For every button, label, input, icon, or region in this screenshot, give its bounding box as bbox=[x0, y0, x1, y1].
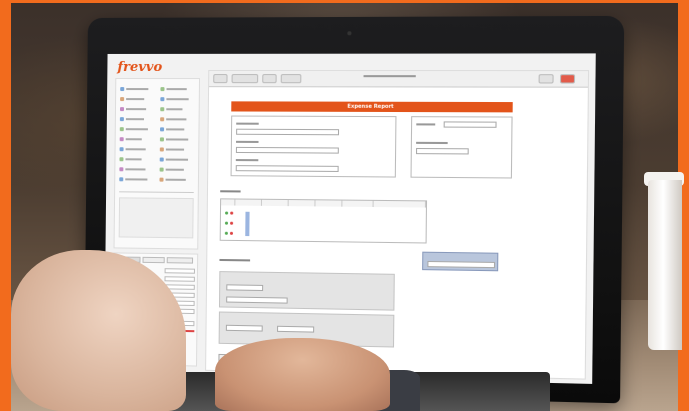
row-selector[interactable] bbox=[245, 211, 250, 237]
palette-item[interactable] bbox=[159, 176, 186, 184]
property-input[interactable] bbox=[164, 276, 195, 282]
palette-item[interactable] bbox=[160, 95, 189, 103]
right-hand bbox=[215, 338, 390, 411]
status-dot-icon[interactable] bbox=[230, 211, 234, 215]
text-field[interactable] bbox=[277, 325, 315, 333]
palette-item[interactable] bbox=[119, 165, 146, 173]
text-field[interactable] bbox=[226, 296, 288, 304]
text-field[interactable] bbox=[226, 284, 264, 292]
field-label bbox=[236, 140, 259, 143]
palette-item[interactable] bbox=[160, 105, 183, 113]
control-icon bbox=[159, 137, 164, 142]
field-label bbox=[416, 123, 436, 126]
control-icon bbox=[119, 137, 124, 142]
property-input[interactable] bbox=[164, 268, 195, 274]
control-icon bbox=[120, 97, 125, 102]
toolbar-button[interactable] bbox=[538, 74, 554, 84]
table-column-header bbox=[221, 199, 236, 206]
palette-item[interactable] bbox=[159, 145, 185, 153]
control-icon bbox=[160, 117, 165, 122]
orange-frame-top bbox=[0, 0, 689, 3]
palette-item[interactable] bbox=[119, 175, 148, 183]
form-title-banner: Expense Report bbox=[231, 101, 513, 113]
palette-item[interactable] bbox=[159, 135, 189, 143]
control-icon bbox=[159, 167, 164, 172]
coffee-cup bbox=[648, 180, 682, 350]
form-designer-canvas: Expense Report bbox=[205, 70, 590, 380]
control-icon bbox=[160, 107, 165, 112]
status-dot-icon[interactable] bbox=[229, 231, 234, 235]
control-icon bbox=[159, 177, 164, 182]
control-icon bbox=[160, 127, 165, 132]
palette-divider bbox=[119, 191, 194, 194]
status-dot-icon[interactable] bbox=[230, 221, 234, 225]
table-column-header bbox=[288, 200, 316, 207]
table-column-header bbox=[261, 199, 289, 207]
text-field[interactable] bbox=[236, 128, 340, 136]
table-column-header bbox=[315, 200, 343, 207]
palette-item[interactable] bbox=[160, 125, 185, 133]
total-field[interactable] bbox=[427, 260, 496, 269]
status-dot-icon[interactable] bbox=[224, 231, 228, 235]
close-button[interactable] bbox=[559, 74, 576, 84]
palette-item[interactable] bbox=[119, 115, 145, 123]
field-label bbox=[416, 141, 448, 145]
form-toolbar bbox=[209, 71, 589, 88]
field-label bbox=[235, 159, 259, 162]
palette-item[interactable] bbox=[120, 85, 149, 93]
control-icon bbox=[119, 147, 124, 152]
text-field[interactable] bbox=[225, 324, 263, 332]
control-icon bbox=[159, 147, 164, 152]
palette-item[interactable] bbox=[160, 115, 187, 123]
field-label bbox=[219, 258, 251, 262]
control-icon bbox=[119, 167, 124, 172]
properties-tab[interactable] bbox=[166, 257, 194, 264]
table-column-header bbox=[342, 200, 374, 208]
control-palette bbox=[113, 78, 201, 250]
control-icon bbox=[119, 117, 124, 122]
palette-item[interactable] bbox=[119, 125, 148, 133]
palette-item[interactable] bbox=[120, 95, 145, 103]
toolbar-button[interactable] bbox=[231, 74, 259, 84]
text-field[interactable] bbox=[235, 165, 339, 172]
toolbar-button[interactable] bbox=[280, 74, 302, 84]
palette-item[interactable] bbox=[159, 166, 184, 174]
date-field[interactable] bbox=[443, 121, 497, 128]
field-label bbox=[236, 122, 259, 125]
frevvo-logo: frevvo bbox=[117, 59, 163, 76]
approval-panel bbox=[218, 271, 395, 311]
text-field[interactable] bbox=[235, 146, 339, 154]
table-column-header bbox=[373, 200, 426, 208]
properties-tab[interactable] bbox=[142, 256, 165, 264]
form-name-line bbox=[363, 75, 416, 78]
palette-item[interactable] bbox=[119, 155, 142, 163]
toolbar-button[interactable] bbox=[213, 74, 228, 84]
text-field[interactable] bbox=[415, 147, 469, 155]
palette-item[interactable] bbox=[119, 145, 146, 153]
control-icon bbox=[119, 127, 124, 132]
control-icon bbox=[160, 87, 165, 92]
control-icon bbox=[160, 97, 165, 102]
form-section bbox=[230, 115, 397, 178]
control-icon bbox=[159, 157, 164, 162]
section-heading bbox=[220, 190, 241, 193]
total-box bbox=[422, 251, 499, 272]
toolbar-button[interactable] bbox=[262, 74, 277, 84]
form-section bbox=[410, 116, 513, 179]
palette-item[interactable] bbox=[119, 135, 142, 143]
status-dot-icon[interactable] bbox=[224, 221, 229, 225]
control-icon bbox=[119, 177, 124, 182]
palette-item[interactable] bbox=[119, 105, 147, 113]
webcam-icon bbox=[347, 31, 352, 36]
control-icon bbox=[119, 157, 124, 162]
expense-table bbox=[219, 198, 428, 244]
status-dot-icon[interactable] bbox=[225, 211, 229, 215]
table-column-header bbox=[235, 199, 263, 206]
control-icon bbox=[120, 87, 125, 92]
control-icon bbox=[119, 107, 125, 112]
palette-item[interactable] bbox=[160, 85, 187, 93]
palette-item[interactable] bbox=[159, 155, 189, 163]
palette-subsection bbox=[118, 197, 194, 239]
